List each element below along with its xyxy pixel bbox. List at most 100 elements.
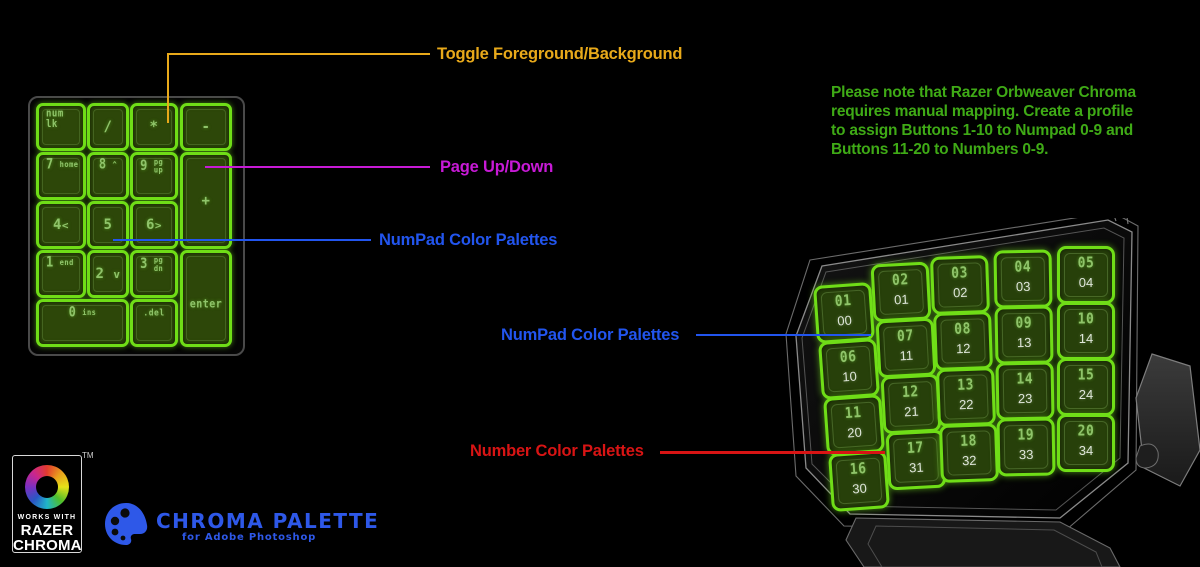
key-label: 9 pg up [133, 157, 175, 176]
orb-button-number: 12 [901, 383, 920, 402]
numpad-key-8-up[interactable]: 8 ^ [87, 152, 129, 200]
orb-key-20[interactable]: 20 34 [1057, 414, 1115, 472]
orb-key-10[interactable]: 10 14 [1057, 302, 1115, 360]
orb-button-number: 04 [1014, 258, 1032, 277]
leader-line-numpad-palettes [113, 239, 371, 241]
orb-button-number: 08 [953, 320, 972, 339]
poster-canvas: num lk / * - 7 home 8 ^ 9 pg up + 4< 5 6… [0, 0, 1200, 567]
key-sub-label: > [154, 219, 163, 232]
orb-map-number: 23 [1017, 390, 1033, 407]
orb-key-12[interactable]: 12 21 [880, 373, 942, 435]
orb-map-number: 21 [903, 403, 920, 420]
leader-line-toggle-vertical [167, 53, 169, 123]
orb-key-09[interactable]: 09 13 [994, 305, 1054, 365]
key-main-label: + [201, 192, 211, 209]
callout-page-up-down: Page Up/Down [440, 158, 554, 176]
numpad-key-2-down[interactable]: 2 v [87, 250, 129, 298]
leader-line-numpad-palettes-orb [696, 334, 871, 336]
key-sub-label: ^ [112, 160, 118, 170]
orb-key-11[interactable]: 11 20 [823, 394, 885, 456]
orb-map-number: 34 [1078, 443, 1094, 458]
orb-button-number: 20 [1077, 422, 1095, 440]
key-sub-label: ins [82, 308, 97, 318]
orb-map-number: 03 [1015, 278, 1031, 295]
orb-button-number: 11 [844, 404, 863, 423]
badge-line-2: RAZER CHROMA [13, 523, 82, 553]
key-main-label: 7 [46, 155, 54, 172]
orb-map-number: 32 [961, 452, 977, 469]
orb-key-13[interactable]: 13 22 [936, 367, 996, 427]
orb-key-17[interactable]: 17 31 [885, 429, 947, 491]
works-with-razer-chroma-badge: WORKS WITH RAZER CHROMA [12, 455, 82, 553]
orb-map-number: 13 [1016, 334, 1032, 351]
trademark-symbol: TM [82, 451, 94, 460]
orb-map-number: 01 [893, 291, 910, 308]
orb-map-number: 11 [899, 347, 914, 364]
numpad-key-6-right[interactable]: 6> [130, 201, 178, 249]
callout-number-color-palettes: Number Color Palettes [470, 442, 644, 460]
orb-key-16[interactable]: 16 30 [828, 450, 890, 512]
orb-key-02[interactable]: 02 01 [870, 261, 932, 323]
orb-map-number: 02 [952, 284, 968, 301]
key-sub-label: pg dn [153, 255, 164, 274]
orb-key-14[interactable]: 14 23 [995, 361, 1055, 421]
chroma-palette-title: CHROMA PALETTE [156, 509, 380, 533]
orb-key-05[interactable]: 05 04 [1057, 246, 1115, 304]
orb-button-number: 06 [839, 348, 858, 367]
key-label: .del [133, 307, 175, 317]
numpad-key-9-pgup[interactable]: 9 pg up [130, 152, 178, 200]
key-sub-label: lk [46, 118, 58, 131]
note-line-3: to assign Buttons 1-10 to Numpad 0-9 and [831, 122, 1134, 139]
numpad-key-3-pgdn[interactable]: 3 pg dn [130, 250, 178, 298]
note-line-1: Please note that Razer Orbweaver Chroma [831, 84, 1136, 101]
numpad-key-numlk[interactable]: num lk [36, 103, 86, 151]
orb-key-19[interactable]: 19 33 [996, 417, 1056, 477]
numpad-key-enter[interactable]: enter [180, 250, 232, 347]
note-line-2: requires manual mapping. Create a profil… [831, 103, 1133, 120]
orb-map-number: 22 [958, 396, 974, 413]
orb-key-03[interactable]: 03 02 [930, 255, 990, 315]
orb-key-15[interactable]: 15 24 [1057, 358, 1115, 416]
numpad-key-dot-del[interactable]: .del [130, 299, 178, 347]
key-main-label: 1 [46, 253, 54, 270]
numpad-key-slash[interactable]: / [87, 103, 129, 151]
badge-line-1: WORKS WITH [17, 514, 77, 521]
numpad-key-asterisk[interactable]: * [130, 103, 178, 151]
numpad-key-minus[interactable]: - [180, 103, 232, 151]
key-label: num lk [46, 109, 64, 131]
orb-key-07[interactable]: 07 11 [875, 317, 937, 379]
key-sub-label: pg up [153, 157, 164, 176]
orb-button-number: 10 [1077, 310, 1095, 328]
orb-key-08[interactable]: 08 12 [933, 311, 993, 371]
numpad-key-4-left[interactable]: 4< [36, 201, 86, 249]
key-label: 7 home [46, 155, 79, 172]
leader-line-number-palettes [660, 451, 885, 454]
orb-map-number: 31 [908, 459, 925, 476]
key-main-label: enter [189, 298, 223, 311]
palette-icon [105, 503, 148, 545]
key-sub-label: del [148, 307, 165, 318]
orb-map-number: 24 [1078, 387, 1094, 402]
orb-map-number: 33 [1018, 446, 1034, 463]
key-main-label: 3 [140, 255, 148, 272]
orb-map-number: 12 [955, 340, 971, 357]
key-main-label: 8 [98, 155, 107, 172]
leader-line-toggle-horizontal [167, 53, 430, 55]
key-main-label: - [201, 119, 211, 135]
numpad-key-5[interactable]: 5 [87, 201, 129, 249]
key-main-label: 2 [95, 266, 105, 282]
orb-button-number: 03 [950, 264, 969, 283]
numpad-key-1-end[interactable]: 1 end [36, 250, 86, 298]
key-label: 1 end [46, 253, 74, 270]
chroma-ring-icon [25, 465, 69, 509]
numpad-key-0-ins[interactable]: 0 ins [36, 299, 129, 347]
orb-key-04[interactable]: 04 03 [993, 249, 1053, 309]
numpad-key-7-home[interactable]: 7 home [36, 152, 86, 200]
orb-map-number: 04 [1078, 275, 1094, 290]
manual-mapping-note: Please note that Razer Orbweaver Chroma … [831, 83, 1191, 159]
orb-button-number: 15 [1077, 366, 1095, 384]
orb-key-18[interactable]: 18 32 [939, 423, 999, 483]
key-main-label: 9 [140, 157, 148, 174]
orb-button-number: 02 [891, 271, 910, 290]
orb-key-06[interactable]: 06 10 [818, 338, 880, 400]
